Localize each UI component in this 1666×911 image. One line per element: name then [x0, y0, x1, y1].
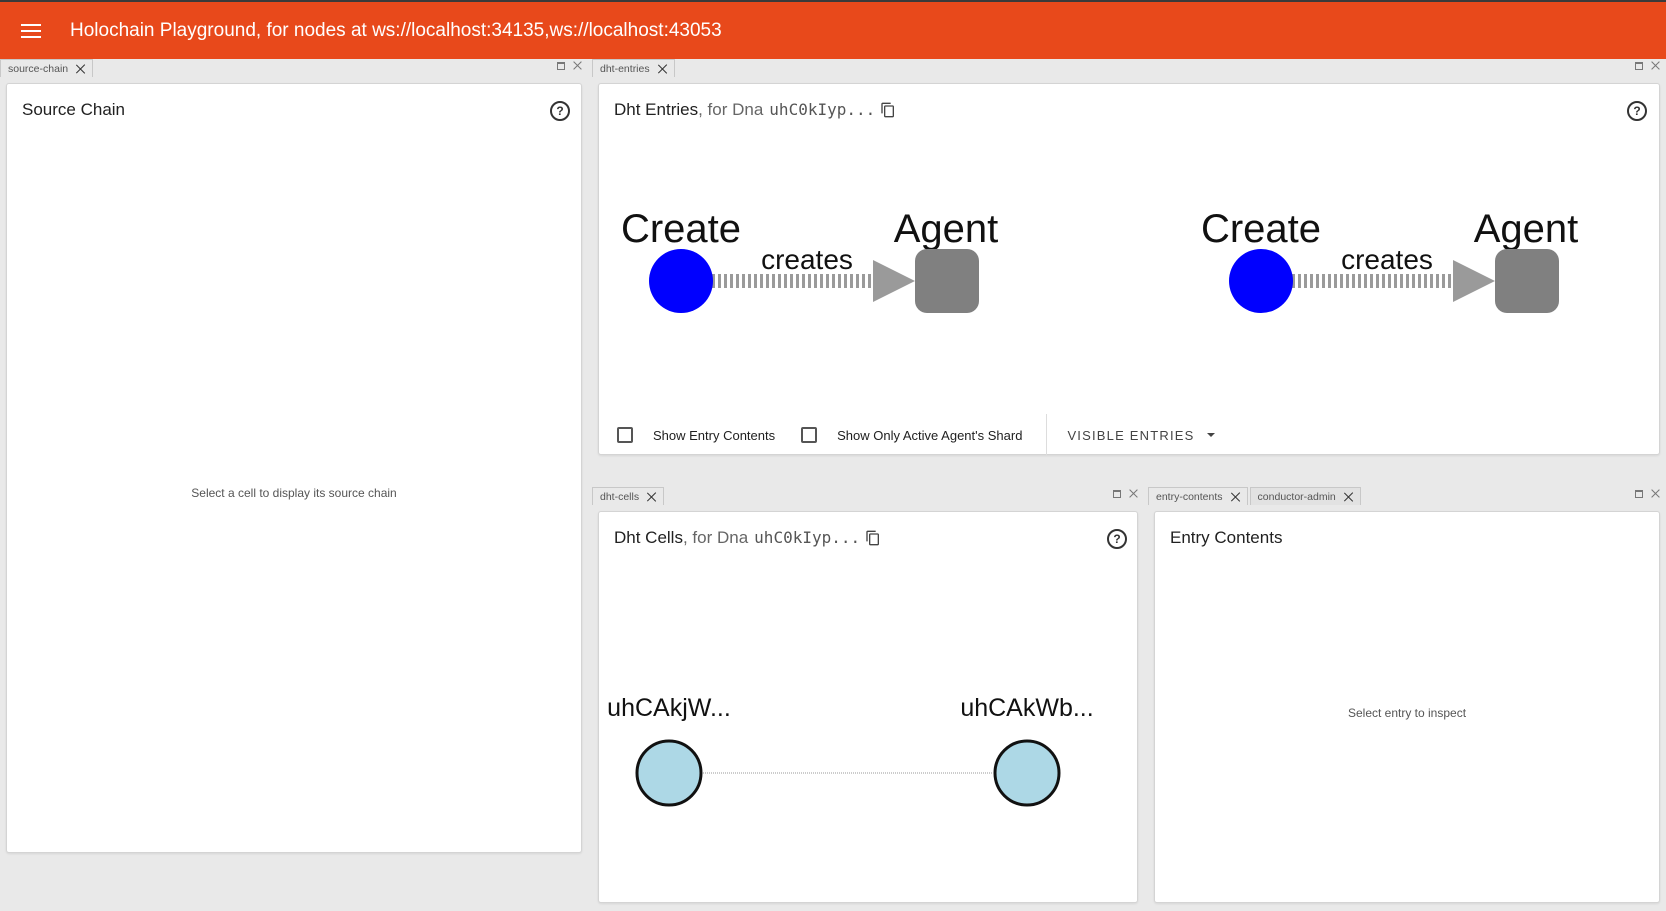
top-app-bar: Holochain Playground, for nodes at ws://…: [0, 0, 1666, 59]
entry-contents-card: Entry Contents Select entry to inspect: [1154, 511, 1660, 903]
cell-node[interactable]: [635, 739, 703, 807]
source-chain-pane: source-chain Source Chain ? Select a cel…: [0, 59, 588, 911]
copy-icon[interactable]: [865, 530, 881, 546]
source-chain-card: Source Chain ? Select a cell to display …: [6, 83, 582, 853]
visible-entries-dropdown[interactable]: VISIBLE ENTRIES: [1067, 427, 1215, 443]
dna-hash: uhC0kIyp...: [754, 528, 861, 547]
target-node[interactable]: [1495, 249, 1559, 313]
maximize-icon[interactable]: [1113, 489, 1121, 498]
dht-cells-card: Dht Cells , for Dna uhC0kIyp... ? uhCAkj…: [598, 511, 1138, 903]
close-icon[interactable]: [1344, 492, 1354, 502]
tab-strip: source-chain: [0, 59, 588, 77]
close-pane-icon[interactable]: [573, 61, 582, 70]
close-icon[interactable]: [1231, 492, 1241, 502]
card-title-text: Entry Contents: [1170, 528, 1283, 547]
visible-entries-label: VISIBLE ENTRIES: [1067, 427, 1195, 443]
tab-label: dht-cells: [600, 490, 640, 503]
source-label: Create: [621, 207, 741, 251]
close-pane-icon[interactable]: [1129, 489, 1138, 498]
source-node[interactable]: [1229, 249, 1293, 313]
show-entry-contents-checkbox[interactable]: [617, 427, 633, 443]
close-icon[interactable]: [76, 64, 86, 74]
cell-node[interactable]: [993, 739, 1061, 807]
card-title-text: Dht Cells: [614, 528, 683, 547]
target-label: Agent: [1474, 207, 1579, 251]
graph-group-1: Create creates Agent: [621, 207, 998, 313]
maximize-icon[interactable]: [1635, 489, 1643, 498]
tab-label: entry-contents: [1156, 490, 1223, 503]
edge-arrow: [1453, 260, 1495, 302]
dht-cells-pane: dht-cells Dht Cells , for Dna uhC0kIyp..…: [592, 487, 1144, 911]
source-label: Create: [1201, 207, 1321, 251]
edge-label: creates: [1341, 244, 1433, 275]
edge-label: creates: [761, 244, 853, 275]
close-icon[interactable]: [647, 492, 657, 502]
card-title-suffix: , for Dna: [682, 528, 749, 547]
maximize-icon[interactable]: [1635, 61, 1643, 70]
divider: [1046, 414, 1048, 456]
dht-entries-card: Dht Entries , for Dna uhC0kIyp... ? Crea…: [598, 83, 1660, 456]
entry-contents-pane: entry-contents conductor-admin Entry Con…: [1148, 487, 1666, 911]
target-label: Agent: [894, 207, 999, 251]
card-title-suffix: , for Dna: [698, 100, 764, 119]
entries-controls: Show Entry Contents Show Only Active Age…: [617, 414, 1215, 456]
help-icon[interactable]: ?: [1107, 529, 1127, 549]
graph-group-2: Create creates Agent: [1201, 207, 1578, 313]
card-title: Entry Contents: [1170, 528, 1282, 548]
target-node[interactable]: [915, 249, 979, 313]
edge-arrow: [873, 260, 915, 302]
tab-label: source-chain: [8, 62, 69, 75]
card-title-text: Source Chain: [22, 100, 126, 119]
pane-controls: [1635, 61, 1660, 70]
dna-hash: uhC0kIyp...: [769, 100, 876, 119]
close-pane-icon[interactable]: [1651, 61, 1660, 70]
placeholder-text: Select a cell to display its source chai…: [191, 486, 397, 500]
tab-strip: dht-entries: [592, 59, 1666, 77]
tab-dht-entries[interactable]: dht-entries: [592, 59, 675, 77]
menu-icon[interactable]: [21, 23, 41, 38]
help-icon[interactable]: ?: [1627, 101, 1647, 121]
source-node[interactable]: [649, 249, 713, 313]
tab-conductor-admin[interactable]: conductor-admin: [1249, 487, 1361, 505]
tab-dht-cells[interactable]: dht-cells: [592, 487, 665, 505]
cells-graph: uhCAkjW... uhCAkWb...: [607, 694, 1094, 807]
maximize-icon[interactable]: [557, 61, 565, 70]
cell-label: uhCAkWb...: [960, 694, 1093, 722]
tab-strip: entry-contents conductor-admin: [1148, 487, 1666, 505]
copy-icon[interactable]: [880, 102, 896, 118]
app-title: Holochain Playground, for nodes at ws://…: [70, 19, 722, 41]
tab-source-chain[interactable]: source-chain: [0, 59, 94, 77]
tab-strip: dht-cells: [592, 487, 1144, 505]
tab-label: dht-entries: [600, 62, 650, 75]
show-only-active-label: Show Only Active Agent's Shard: [837, 427, 1023, 443]
show-only-active-checkbox[interactable]: [801, 427, 818, 443]
dht-entries-pane: dht-entries Dht Entries , for Dna uhC0kI…: [592, 59, 1666, 461]
pane-controls: [1635, 489, 1660, 498]
caret-down-icon: [1206, 433, 1215, 437]
pane-controls: [1113, 489, 1138, 498]
cell-label: uhCAkjW...: [607, 694, 731, 722]
card-title: Source Chain: [22, 100, 125, 120]
show-entry-contents-label: Show Entry Contents: [653, 427, 776, 443]
close-pane-icon[interactable]: [1651, 489, 1660, 498]
close-icon[interactable]: [658, 64, 668, 74]
card-title-text: Dht Entries: [614, 100, 699, 119]
tab-entry-contents[interactable]: entry-contents: [1148, 487, 1248, 505]
entries-graph: Create creates Agent Create creates Agen…: [621, 207, 1578, 313]
pane-controls: [557, 61, 582, 70]
card-title: Dht Cells , for Dna uhC0kIyp...: [614, 528, 881, 548]
card-title: Dht Entries , for Dna uhC0kIyp...: [614, 100, 896, 120]
help-icon[interactable]: ?: [550, 101, 570, 121]
tab-label: conductor-admin: [1257, 490, 1336, 503]
placeholder-text: Select entry to inspect: [1347, 706, 1467, 720]
